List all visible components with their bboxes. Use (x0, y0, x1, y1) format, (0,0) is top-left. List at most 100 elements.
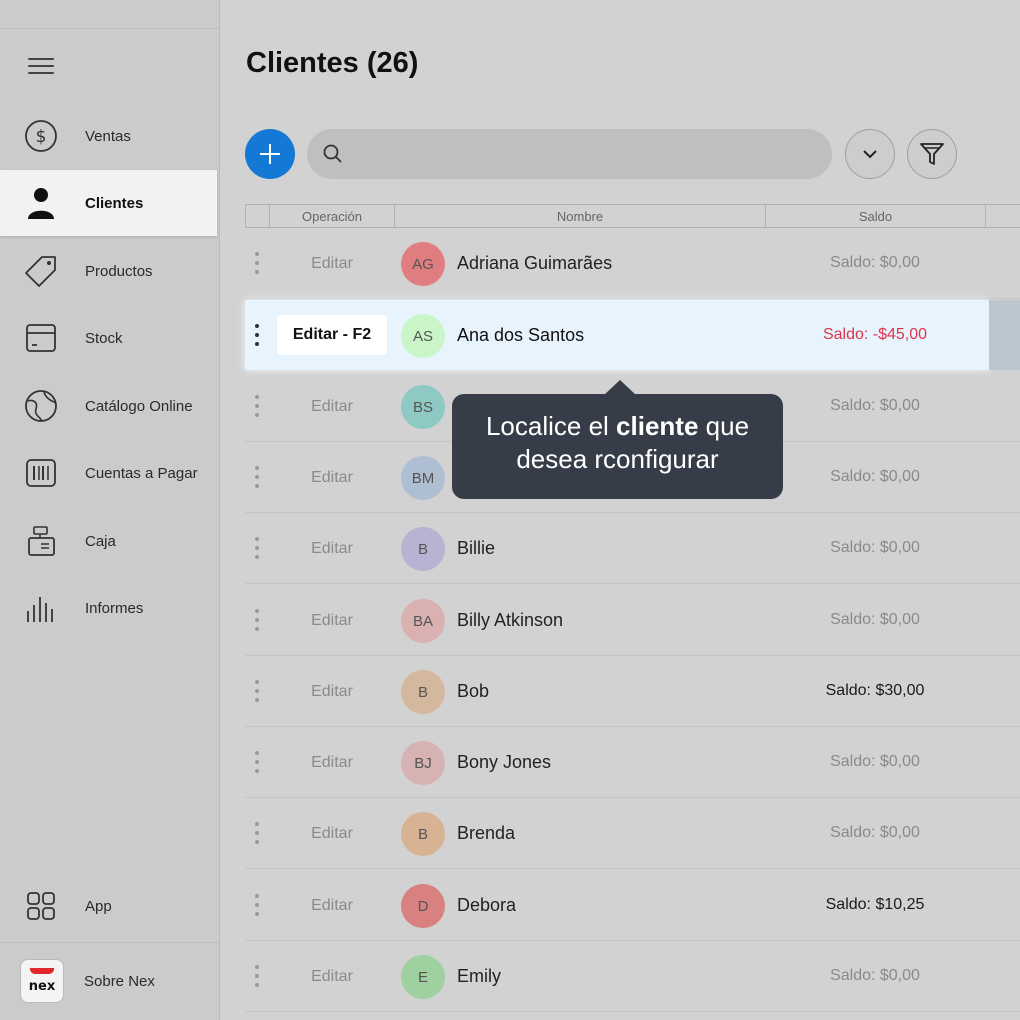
row-menu-icon[interactable] (254, 609, 260, 633)
cash-register-icon (23, 523, 59, 559)
sidebar-item-label: Catálogo Online (85, 397, 193, 415)
onboarding-tooltip: Localice el cliente que desea rconfigura… (452, 394, 783, 499)
table-row[interactable]: Editar D Debora Saldo: $10,25 (245, 870, 1020, 941)
client-balance: Saldo: $0,00 (830, 824, 920, 841)
edit-button[interactable]: Editar (277, 886, 387, 926)
add-client-button[interactable] (245, 129, 295, 179)
client-name: Billy Atkinson (457, 610, 564, 630)
table-row[interactable]: Editar - F2 AS Ana dos Santos Saldo: -$45,0… (245, 300, 989, 370)
tooltip-arrow (604, 380, 636, 395)
search-input[interactable] (353, 145, 813, 163)
sidebar-item-caja[interactable]: Caja (0, 508, 220, 574)
row-menu-icon[interactable] (254, 466, 260, 490)
search-bar[interactable] (307, 129, 832, 179)
tooltip-text-post: que (698, 411, 750, 441)
client-balance: Saldo: $0,00 (830, 254, 920, 271)
sidebar-item-sobre-nex[interactable]: nex Sobre Nex (0, 947, 220, 1015)
row-menu-icon[interactable] (254, 395, 260, 419)
client-name: Ana dos Santos (457, 325, 585, 345)
client-name: Brenda (457, 823, 516, 843)
client-balance: Saldo: $0,00 (830, 539, 920, 556)
table-row[interactable]: Editar E Emily Saldo: $0,00 (245, 941, 1020, 1012)
row-menu-icon[interactable] (254, 252, 260, 276)
sidebar-item-informes[interactable]: Informes (0, 575, 220, 641)
table-row[interactable]: Editar B Billie Saldo: $0,00 (245, 513, 1020, 584)
edit-button[interactable]: Editar (277, 458, 387, 498)
sidebar-top-divider (0, 0, 220, 29)
chevron-down-icon (863, 150, 877, 159)
client-balance: Saldo: $10,25 (825, 896, 925, 913)
row-menu-icon[interactable] (254, 965, 260, 989)
client-balance: Saldo: $0,00 (830, 397, 920, 414)
filter-button[interactable] (907, 129, 957, 179)
avatar: BJ (401, 741, 445, 785)
sidebar-item-label: App (85, 897, 112, 915)
sidebar-item-label: Productos (85, 262, 153, 280)
sidebar-item-label: Caja (85, 532, 116, 550)
edit-button[interactable]: Editar (277, 529, 387, 569)
table-header: Operación Nombre Saldo (245, 204, 1020, 228)
avatar: B (401, 812, 445, 856)
sidebar-item-stock[interactable]: Stock (0, 305, 220, 371)
bars-icon (23, 590, 59, 626)
sidebar-item-clientes[interactable]: Clientes (0, 170, 217, 236)
edit-button[interactable]: Editar - F2 (277, 315, 387, 355)
sidebar: $ Ventas Clientes Productos Stock Catálo… (0, 0, 220, 1020)
sidebar-item-productos[interactable]: Productos (0, 238, 220, 304)
column-header-saldo[interactable]: Saldo (765, 205, 985, 228)
tag-icon (23, 253, 59, 289)
barcode-icon (23, 455, 59, 491)
edit-button[interactable]: Editar (277, 601, 387, 641)
table-row[interactable]: Editar B Brenda Saldo: $0,00 (245, 798, 1020, 869)
avatar: AS (401, 314, 445, 358)
tooltip-text-pre: Localice el (485, 411, 617, 441)
edit-button[interactable]: Editar (277, 814, 387, 854)
row-menu-icon[interactable] (254, 537, 260, 561)
table-row[interactable]: Editar B Bob Saldo: $30,00 (245, 656, 1020, 727)
avatar: BM (401, 456, 445, 500)
sort-dropdown-button[interactable] (845, 129, 895, 179)
edit-button[interactable]: Editar (277, 743, 387, 783)
column-header-nombre[interactable]: Nombre (394, 205, 765, 228)
sidebar-item-label: Sobre Nex (84, 972, 155, 990)
nex-logo: nex (20, 959, 64, 1003)
person-icon (23, 185, 59, 221)
row-menu-icon[interactable] (254, 751, 260, 775)
filter-icon (920, 143, 944, 165)
sidebar-item-cuentas[interactable]: Cuentas a Pagar (0, 440, 220, 506)
tooltip-text-bold: cliente (616, 411, 699, 441)
table-row[interactable]: Editar BJ Bony Jones Saldo: $0,00 (245, 727, 1020, 798)
sidebar-item-app[interactable]: App (0, 873, 220, 939)
highlight-edge (989, 300, 1020, 370)
avatar: D (401, 884, 445, 928)
sidebar-item-label: Cuentas a Pagar (85, 464, 198, 482)
table-row[interactable]: Editar AG Adriana Guimarães Saldo: $0,00 (245, 228, 1020, 299)
avatar: B (401, 527, 445, 571)
column-header-extra (985, 205, 1020, 228)
avatar: BA (401, 599, 445, 643)
plus-icon (260, 144, 280, 164)
edit-button[interactable]: Editar (277, 387, 387, 427)
client-name: Billie (457, 538, 496, 558)
sidebar-item-label: Ventas (85, 127, 131, 145)
sidebar-item-catalogo[interactable]: Catálogo Online (0, 373, 220, 439)
edit-button[interactable]: Editar (277, 244, 387, 284)
row-menu-icon[interactable] (254, 680, 260, 704)
client-name: Debora (457, 895, 517, 915)
row-menu-icon[interactable] (254, 822, 260, 846)
client-name: Bob (457, 681, 490, 701)
row-menu-icon[interactable] (254, 324, 260, 348)
client-balance: Saldo: $0,00 (830, 468, 920, 485)
menu-icon[interactable] (28, 58, 54, 78)
client-name: Bony Jones (457, 752, 552, 772)
edit-button[interactable]: Editar (277, 672, 387, 712)
table-row[interactable]: Editar BA Billy Atkinson Saldo: $0,00 (245, 585, 1020, 656)
client-balance: Saldo: $0,00 (830, 967, 920, 984)
edit-button[interactable]: Editar (277, 957, 387, 997)
sidebar-item-ventas[interactable]: $ Ventas (0, 103, 220, 169)
row-menu-icon[interactable] (254, 894, 260, 918)
client-balance: Saldo: $30,00 (825, 682, 925, 699)
avatar: B (401, 670, 445, 714)
grid-icon (23, 888, 59, 924)
column-header-operacion[interactable]: Operación (269, 205, 394, 228)
